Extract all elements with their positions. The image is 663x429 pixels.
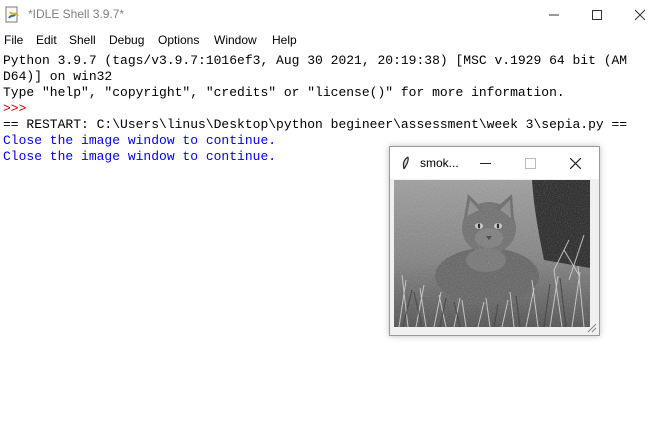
menu-help[interactable]: Help: [272, 33, 297, 47]
shell-line-banner-2: D64)] on win32: [3, 69, 113, 84]
close-icon: [569, 157, 581, 169]
maximize-icon: [592, 10, 602, 20]
menu-bar: File Edit Shell Debug Options Window Hel…: [0, 30, 663, 50]
cat-photo: [394, 180, 590, 327]
image-window-title: smok...: [420, 156, 459, 170]
menu-shell[interactable]: Shell: [69, 33, 96, 47]
feather-icon: [402, 156, 409, 170]
image-window-title-bar[interactable]: smok...: [390, 147, 599, 179]
minimize-icon: [549, 14, 559, 16]
menu-edit[interactable]: Edit: [36, 33, 57, 47]
maximize-button[interactable]: [574, 0, 620, 30]
close-icon: [634, 9, 646, 21]
shell-prompt: >>>: [3, 101, 35, 116]
shell-line-restart: == RESTART: C:\Users\linus\Desktop\pytho…: [3, 117, 628, 132]
shell-output-line-1: Close the image window to continue.: [3, 133, 277, 148]
idle-app-icon: [5, 6, 19, 23]
window-title: *IDLE Shell 3.9.7*: [28, 7, 125, 21]
title-bar[interactable]: *IDLE Shell 3.9.7*: [0, 0, 663, 30]
menu-window[interactable]: Window: [214, 33, 257, 47]
image-window-minimize-button[interactable]: [465, 147, 505, 179]
minimize-icon: [479, 162, 491, 164]
image-window-close-button[interactable]: [555, 147, 595, 179]
shell-line-banner-1: Python 3.9.7 (tags/v3.9.7:1016ef3, Aug 3…: [3, 53, 628, 68]
image-window-maximize-button: [510, 147, 550, 179]
maximize-icon: [524, 157, 536, 169]
minimize-button[interactable]: [531, 0, 577, 30]
image-window[interactable]: smok...: [389, 146, 600, 336]
shell-output-line-2: Close the image window to continue.: [3, 149, 277, 164]
close-button[interactable]: [617, 0, 663, 30]
resize-grip-icon[interactable]: [585, 321, 597, 333]
shell-line-help: Type "help", "copyright", "credits" or "…: [3, 85, 565, 100]
menu-options[interactable]: Options: [158, 33, 199, 47]
menu-file[interactable]: File: [4, 33, 23, 47]
menu-debug[interactable]: Debug: [109, 33, 144, 47]
